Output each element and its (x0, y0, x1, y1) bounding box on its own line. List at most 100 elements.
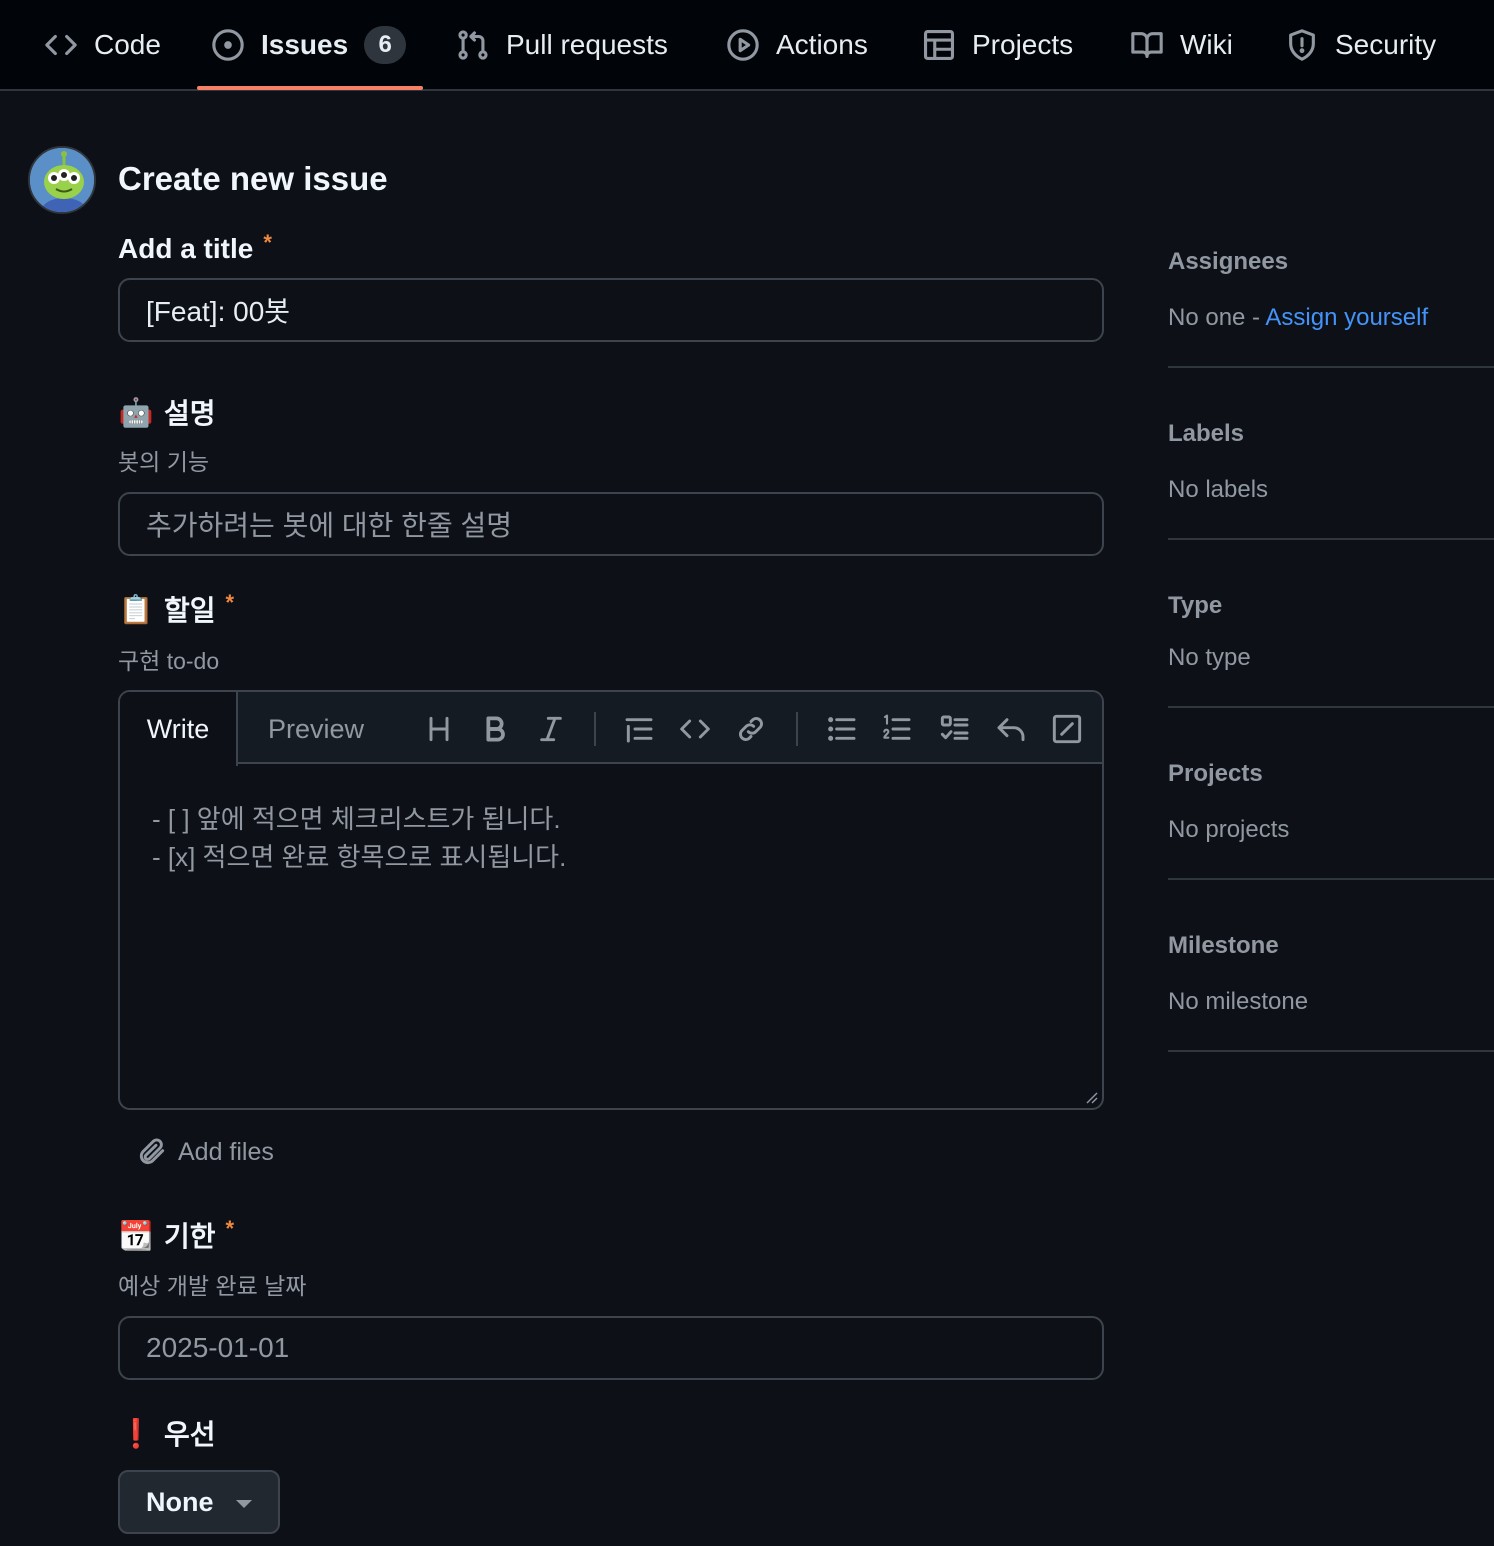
ordered-list-button[interactable] (878, 710, 916, 748)
priority-selected-value: None (146, 1486, 214, 1517)
quote-icon (625, 718, 653, 743)
editor-toolbar: Write Preview (120, 692, 1102, 766)
tab-security[interactable]: Security (1285, 0, 1436, 89)
book-icon (1131, 31, 1163, 58)
git-pull-request-icon (458, 29, 488, 60)
repo-nav: Code Issues 6 Pull requests Actions Proj… (0, 0, 1494, 91)
sidebar-milestone: Milestone No milestone (1168, 914, 1494, 1052)
calendar-icon: 📆 (118, 1219, 154, 1251)
required-mark: * (225, 1216, 235, 1241)
todo-hint: 구현 to-do (118, 648, 220, 674)
sidebar-type: Type No type (1168, 574, 1494, 708)
priority-select[interactable]: None (118, 1470, 280, 1534)
title-field-label: Add a title * (118, 230, 272, 265)
paperclip-icon (139, 1138, 165, 1165)
description-label-text: 설명 (164, 398, 216, 429)
priority-field-label: ❗ 우선 (118, 1413, 216, 1453)
tab-pull-requests[interactable]: Pull requests (456, 0, 668, 89)
preview-tab[interactable]: Preview (238, 692, 394, 766)
fullscreen-button[interactable] (1048, 710, 1086, 748)
add-files-button[interactable]: Add files (136, 1136, 274, 1168)
title-input[interactable]: [Feat]: 00봇 (118, 278, 1104, 342)
markdown-editor: Write Preview - [] 앞에 적으면 체크리스트가 됩니다. -… (118, 690, 1104, 1110)
todo-label-text: 할일 (164, 595, 216, 626)
labels-value: No labels (1168, 476, 1269, 503)
projects-value: No projects (1168, 816, 1290, 843)
tab-projects[interactable]: Projects (922, 0, 1073, 89)
add-files-label: Add files (178, 1137, 274, 1166)
tab-security-label: Security (1335, 28, 1437, 60)
caret-down-icon (236, 1500, 252, 1508)
code-icon (680, 719, 710, 739)
assignees-value: No one - Assign yourself (1168, 304, 1428, 332)
tasklist-icon (940, 715, 969, 740)
tab-wiki[interactable]: Wiki (1130, 0, 1233, 89)
tab-code[interactable]: Code (44, 0, 161, 89)
issue-opened-icon (212, 28, 244, 61)
deadline-field-label: 📆 기한 * (118, 1215, 235, 1255)
todo-textarea-placeholder[interactable]: - [ ] 앞에 적으면 체크리스트가 됩니다. - [x] 적으면 완료 항목… (152, 800, 566, 876)
resize-handle-icon[interactable] (1084, 1090, 1098, 1104)
priority-label-text: 우선 (164, 1419, 216, 1450)
play-icon (727, 28, 759, 61)
italic-button[interactable] (532, 710, 570, 748)
unordered-list-button[interactable] (823, 710, 861, 748)
description-input-placeholder: 추가하려는 봇에 대한 한줄 설명 (146, 510, 512, 541)
toolbar-divider (594, 712, 596, 746)
description-field-label: 🤖 설명 (118, 392, 216, 432)
tab-actions[interactable]: Actions (726, 0, 868, 89)
assignees-title[interactable]: Assignees (1168, 248, 1288, 276)
sidebar-labels: Labels No labels (1168, 402, 1494, 540)
todo-field-label: 📋 할일 * (118, 589, 235, 629)
tasklist-button[interactable] (936, 710, 974, 748)
page-title: Create new issue (118, 160, 388, 197)
bold-button[interactable] (476, 710, 514, 748)
active-tab-indicator (197, 86, 423, 90)
milestone-title[interactable]: Milestone (1168, 932, 1279, 960)
deadline-input-placeholder: 2025-01-01 (146, 1332, 290, 1363)
heading-icon (429, 716, 449, 742)
italic-icon (540, 716, 562, 742)
title-label-text: Add a title (118, 233, 254, 264)
description-input[interactable]: 추가하려는 봇에 대한 한줄 설명 (118, 492, 1104, 556)
deadline-label-text: 기한 (164, 1221, 216, 1252)
projects-title[interactable]: Projects (1168, 760, 1263, 788)
tab-wiki-label: Wiki (1180, 28, 1233, 60)
avatar[interactable] (28, 146, 96, 214)
clipboard-icon: 📋 (118, 593, 154, 625)
tab-projects-label: Projects (972, 28, 1074, 60)
ordered-list-icon (883, 714, 911, 740)
exclamation-icon: ❗ (118, 1417, 154, 1449)
alien-avatar-icon (30, 148, 94, 212)
bold-icon (486, 716, 505, 742)
milestone-value: No milestone (1168, 988, 1309, 1015)
tab-code-label: Code (94, 28, 161, 60)
type-title[interactable]: Type (1168, 592, 1222, 620)
link-button[interactable] (732, 710, 770, 748)
reply-icon (997, 718, 1025, 742)
tab-issues[interactable]: Issues 6 (211, 0, 407, 89)
code-button[interactable] (676, 710, 714, 748)
unordered-list-icon (828, 717, 856, 741)
deadline-input[interactable]: 2025-01-01 (118, 1316, 1104, 1380)
required-mark: * (263, 230, 272, 255)
title-input-value: [Feat]: 00봇 (146, 296, 291, 327)
type-value: No type (1168, 644, 1251, 671)
code-icon (45, 34, 77, 55)
assignees-none-text: No one - (1168, 304, 1266, 331)
deadline-hint: 예상 개발 완료 날짜 (118, 1273, 307, 1299)
reply-button[interactable] (992, 710, 1030, 748)
fullscreen-icon (1052, 714, 1082, 744)
table-icon (923, 29, 955, 60)
tab-pull-requests-label: Pull requests (506, 28, 668, 60)
quote-button[interactable] (620, 710, 658, 748)
toolbar-divider (796, 712, 798, 746)
sidebar-assignees: Assignees No one - Assign yourself (1168, 230, 1494, 368)
heading-button[interactable] (420, 710, 458, 748)
assign-yourself-link[interactable]: Assign yourself (1265, 304, 1428, 331)
link-icon (739, 717, 763, 741)
description-hint: 봇의 기능 (118, 449, 210, 475)
labels-title[interactable]: Labels (1168, 420, 1244, 448)
write-tab[interactable]: Write (120, 692, 238, 766)
tab-issues-label: Issues (261, 28, 349, 60)
